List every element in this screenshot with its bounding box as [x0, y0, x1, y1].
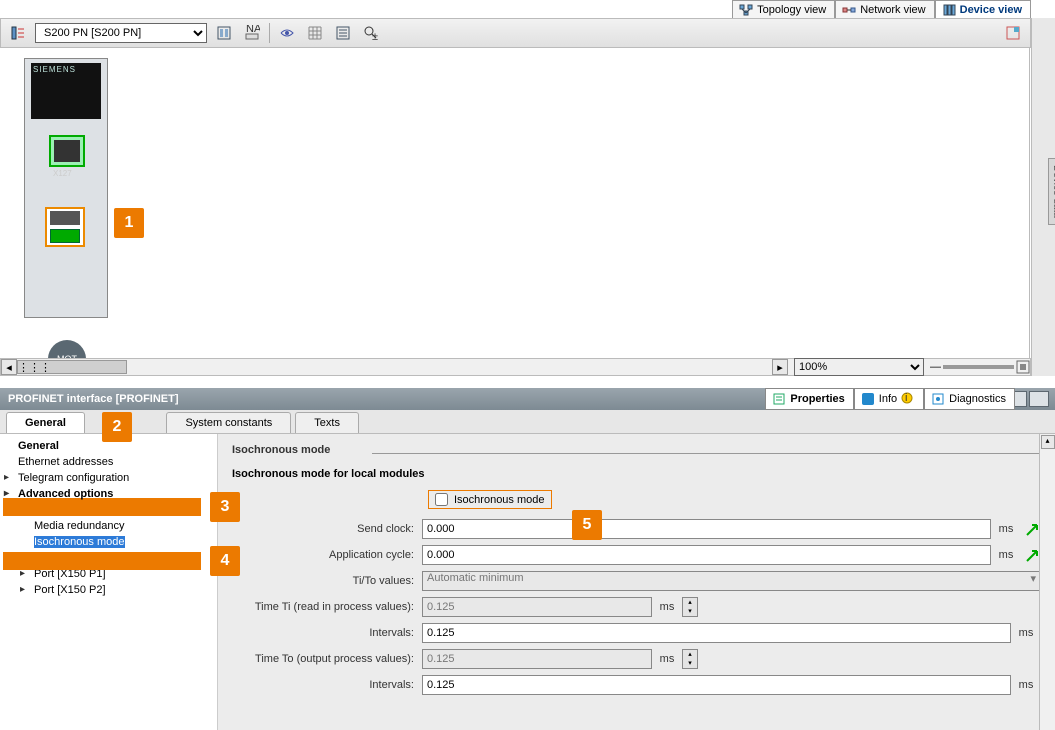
tab-label: Topology view — [757, 4, 826, 16]
zoom-select[interactable]: 100% — [794, 358, 924, 376]
tito-label: Ti/To values: — [232, 575, 422, 587]
intervals2-label: Intervals: — [232, 679, 422, 691]
scroll-left-button[interactable]: ◂ — [1, 359, 17, 375]
time-to-label: Time To (output process values): — [232, 653, 422, 665]
side-panel: Device data — [1031, 18, 1055, 376]
port-label: X127 — [53, 169, 72, 178]
send-clock-label: Send clock: — [232, 523, 422, 535]
device-icon — [942, 4, 956, 16]
device-module[interactable]: SIEMENS X127 — [24, 58, 108, 318]
zoom-fit-button[interactable]: ± — [360, 22, 382, 44]
hscroll-track[interactable]: ⋮⋮⋮ — [17, 359, 772, 375]
time-ti-spinner[interactable]: ▴▾ — [682, 597, 698, 617]
time-to-spinner[interactable]: ▴▾ — [682, 649, 698, 669]
brand-label: SIEMENS — [33, 65, 99, 74]
scroll-right-button[interactable]: ▸ — [772, 359, 788, 375]
properties-icon — [772, 392, 786, 406]
intervals1-input[interactable] — [422, 623, 1011, 643]
app-cycle-label: Application cycle: — [232, 549, 422, 561]
time-ti-input — [422, 597, 652, 617]
isochronous-mode-check-group: Isochronous mode — [428, 490, 552, 509]
subtab-texts[interactable]: Texts — [295, 412, 359, 433]
toggle-rack-button[interactable] — [213, 22, 235, 44]
highlight-bar-isochronous — [3, 552, 201, 570]
warning-icon: i — [901, 392, 915, 406]
network-icon — [842, 4, 856, 16]
tab-info[interactable]: Info i — [854, 388, 924, 410]
tito-select[interactable]: Automatic minimum▾ — [422, 571, 1041, 591]
device-selector[interactable]: S200 PN [S200 PN] — [35, 23, 207, 43]
tab-device-view[interactable]: Device view — [935, 0, 1031, 18]
inspector-layout-btn-3[interactable] — [1029, 391, 1049, 407]
callout-4: 4 — [210, 546, 240, 576]
tab-network-view[interactable]: Network view — [835, 0, 934, 18]
time-ti-label: Time Ti (read in process values): — [232, 601, 422, 613]
grid-button[interactable] — [304, 22, 326, 44]
tab-label: Info — [879, 393, 897, 405]
callout-1: 1 — [114, 208, 144, 238]
property-nav-tree: General Ethernet addresses Telegram conf… — [0, 434, 218, 730]
tab-topology-view[interactable]: Topology view — [732, 0, 835, 18]
unit-ms: ms — [991, 523, 1021, 535]
topology-icon — [739, 4, 753, 16]
app-cycle-input[interactable] — [422, 545, 991, 565]
subtab-general[interactable]: General — [6, 412, 85, 433]
subtab-system-constants[interactable]: System constants — [166, 412, 291, 433]
tab-label: Diagnostics — [949, 393, 1006, 405]
callout-5: 5 — [572, 510, 602, 540]
fit-view-icon[interactable] — [1016, 360, 1030, 374]
unit-ms: ms — [991, 549, 1021, 561]
tab-label: Device view — [960, 4, 1022, 16]
zoom-button-1[interactable] — [276, 22, 298, 44]
send-clock-input[interactable] — [422, 519, 991, 539]
port-x127[interactable] — [49, 135, 85, 167]
unit-ms: ms — [652, 653, 682, 665]
nav-advanced-options[interactable]: Advanced options — [0, 486, 217, 502]
property-content: Isochronous mode Isochronous mode for lo… — [218, 434, 1055, 730]
subsection-title: Isochronous mode for local modules — [232, 468, 1041, 480]
diagnostics-icon — [931, 392, 945, 406]
tab-label: Network view — [860, 4, 925, 16]
tab-diagnostics[interactable]: Diagnostics — [924, 388, 1015, 410]
nav-isochronous-mode[interactable]: Isochronous mode — [0, 534, 217, 550]
content-vscroll[interactable]: ▴ — [1039, 434, 1055, 730]
isochronous-mode-check-label: Isochronous mode — [454, 494, 545, 506]
zoom-slider[interactable]: — — [930, 359, 1030, 375]
scroll-up-button[interactable]: ▴ — [1041, 435, 1055, 449]
slider-track: — — [930, 361, 941, 373]
intervals2-input[interactable] — [422, 675, 1011, 695]
inspector-title: PROFINET interface [PROFINET] — [8, 393, 179, 405]
info-icon — [861, 392, 875, 406]
inspector-sub-tabs: General IO tags System constants Texts — [0, 410, 1055, 434]
callout-2: 2 — [102, 412, 132, 442]
unit-ms: ms — [1011, 627, 1041, 639]
list-button[interactable] — [332, 22, 354, 44]
nav-ethernet[interactable]: Ethernet addresses — [0, 454, 217, 470]
show-device-button[interactable] — [7, 22, 29, 44]
unit-ms: ms — [1011, 679, 1041, 691]
nav-telegram[interactable]: Telegram configuration — [0, 470, 217, 486]
device-canvas[interactable]: SIEMENS X127 MOT — [0, 48, 1030, 358]
isochronous-mode-checkbox[interactable] — [435, 493, 448, 506]
device-toolbar: S200 PN [S200 PN] NAME ± — [0, 18, 1031, 48]
callout-3: 3 — [210, 492, 240, 522]
motor-node[interactable]: MOT — [48, 340, 86, 358]
unit-ms: ms — [652, 601, 682, 613]
time-to-input — [422, 649, 652, 669]
intervals1-label: Intervals: — [232, 627, 422, 639]
dock-button[interactable] — [1002, 22, 1024, 44]
nav-media-redundancy[interactable]: Media redundancy — [0, 518, 217, 534]
nav-port2[interactable]: Port [X150 P2] — [0, 582, 217, 598]
svg-text:±: ± — [372, 31, 378, 41]
section-title: Isochronous mode — [232, 444, 1041, 458]
profinet-interface-port[interactable] — [45, 207, 85, 247]
device-name-button[interactable]: NAME — [241, 22, 263, 44]
hscroll-thumb[interactable]: ⋮⋮⋮ — [17, 360, 127, 374]
tab-label: Properties — [790, 393, 844, 405]
tab-properties[interactable]: Properties — [765, 388, 853, 410]
canvas-hscroll-bar: ◂ ⋮⋮⋮ ▸ 100% — — [0, 358, 1031, 376]
svg-text:i: i — [905, 392, 907, 404]
device-header: SIEMENS — [31, 63, 101, 119]
device-data-tab[interactable]: Device data — [1048, 158, 1055, 225]
